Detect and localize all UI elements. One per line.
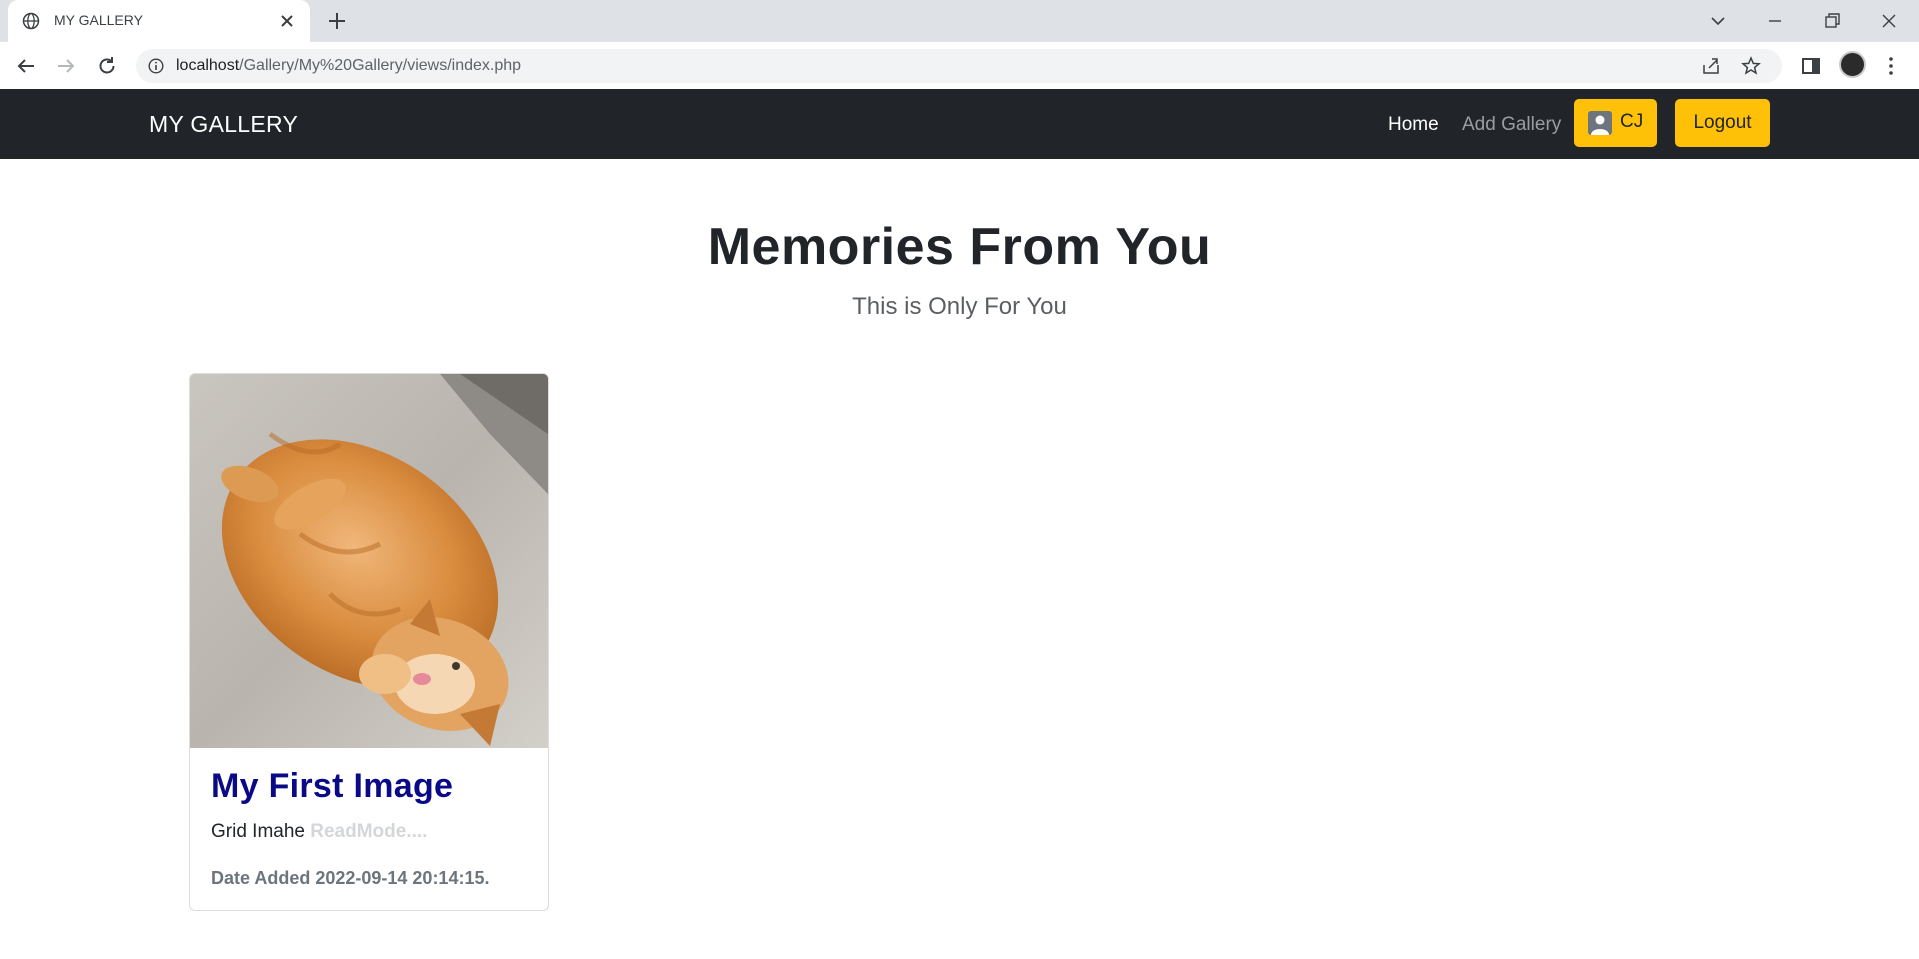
bookmark-star-icon[interactable]: [1741, 56, 1761, 76]
browser-tabstrip: MY GALLERY: [0, 0, 1919, 42]
brand-logo[interactable]: MY GALLERY: [149, 111, 298, 138]
new-tab-icon[interactable]: [326, 10, 348, 32]
browser-tab[interactable]: MY GALLERY: [8, 0, 310, 42]
nav-link-add-gallery[interactable]: Add Gallery: [1462, 114, 1561, 136]
url-host: localhost: [176, 57, 240, 74]
page-title: Memories From You: [707, 218, 1212, 276]
window-close-icon[interactable]: [1876, 8, 1902, 34]
address-bar[interactable]: localhost/Gallery/My%20Gallery/views/ind…: [136, 49, 1782, 83]
tab-title: MY GALLERY: [54, 12, 143, 28]
globe-icon: [22, 12, 40, 30]
page-subtitle: This is Only For You: [852, 293, 1067, 320]
minimize-icon[interactable]: [1762, 8, 1788, 34]
read-more-link[interactable]: ReadMode....: [310, 821, 427, 842]
user-name: CJ: [1620, 111, 1644, 132]
url-text: localhost/Gallery/My%20Gallery/views/ind…: [176, 57, 521, 75]
logout-button[interactable]: Logout: [1675, 99, 1770, 147]
card-title: My First Image: [211, 767, 454, 805]
card-date: Date Added 2022-09-14 20:14:15.: [211, 868, 490, 888]
card-description: Grid Imahe ReadMode....: [211, 821, 427, 843]
tab-search-chevron-icon[interactable]: [1705, 8, 1731, 34]
site-navbar: MY GALLERY Home Add Gallery CJ Logout: [0, 89, 1919, 159]
restore-icon[interactable]: [1819, 8, 1845, 34]
reload-icon[interactable]: [95, 54, 119, 78]
forward-icon[interactable]: [54, 54, 78, 78]
side-panel-icon[interactable]: [1799, 54, 1823, 78]
share-icon[interactable]: [1701, 56, 1721, 76]
url-path: /Gallery/My%20Gallery/views/index.php: [239, 57, 522, 74]
card-image[interactable]: [190, 374, 548, 748]
user-button[interactable]: CJ: [1574, 99, 1657, 147]
close-icon[interactable]: [278, 12, 296, 30]
menu-dots-icon[interactable]: [1879, 54, 1903, 78]
card-description-text: Grid Imahe: [211, 821, 305, 842]
gallery-card[interactable]: My First Image Grid Imahe ReadMode.... D…: [189, 373, 549, 911]
nav-link-home[interactable]: Home: [1388, 114, 1439, 136]
browser-toolbar: localhost/Gallery/My%20Gallery/views/ind…: [0, 42, 1919, 90]
back-icon[interactable]: [14, 54, 38, 78]
user-icon: [1588, 111, 1612, 135]
site-info-icon[interactable]: [148, 58, 164, 74]
profile-avatar[interactable]: [1839, 51, 1866, 78]
